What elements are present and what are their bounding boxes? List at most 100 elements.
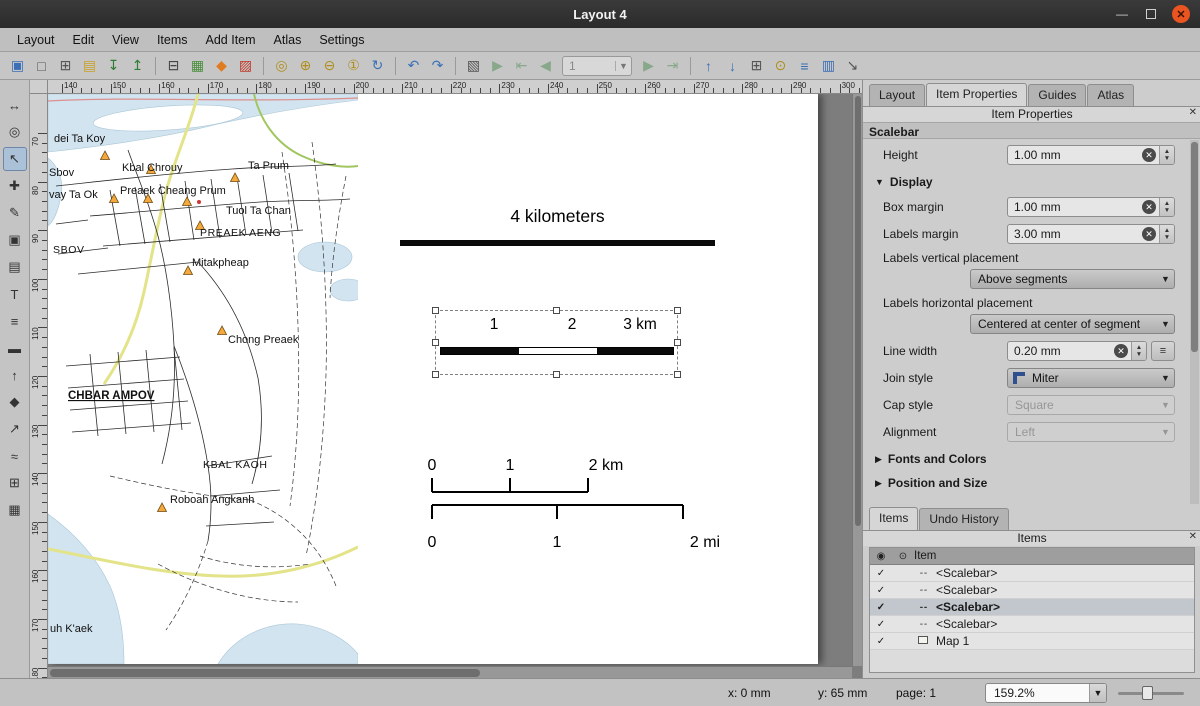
resize-handle-w[interactable]: [432, 339, 439, 346]
next-feature-icon[interactable]: ▶: [637, 54, 660, 77]
move-item-content-tool[interactable]: ✚: [3, 174, 27, 198]
tab-atlas[interactable]: Atlas: [1087, 84, 1134, 106]
visibility-checkbox[interactable]: ✓: [870, 602, 892, 613]
clear-icon[interactable]: ✕: [1142, 200, 1156, 214]
clear-icon[interactable]: ✕: [1114, 344, 1128, 358]
undo-icon[interactable]: ↶: [402, 54, 425, 77]
refresh-icon[interactable]: ↻: [366, 54, 389, 77]
zoom-full-icon[interactable]: ◎: [270, 54, 293, 77]
resize-handle-se[interactable]: [674, 371, 681, 378]
visibility-checkbox[interactable]: ✓: [870, 585, 892, 596]
zoom-out-icon[interactable]: ⊖: [318, 54, 341, 77]
add-picture-tool[interactable]: ▤: [3, 255, 27, 279]
resize-items-icon[interactable]: ↘: [841, 54, 864, 77]
layout-manager-icon[interactable]: ▤: [78, 54, 101, 77]
resize-handle-s[interactable]: [553, 371, 560, 378]
item-row[interactable]: ✓- -<Scalebar>: [870, 616, 1194, 633]
redo-icon[interactable]: ↷: [426, 54, 449, 77]
visibility-checkbox[interactable]: ✓: [870, 636, 892, 647]
add-label-tool[interactable]: T: [3, 282, 27, 306]
raise-items-icon[interactable]: ↑: [697, 54, 720, 77]
zoom-slider[interactable]: [1118, 692, 1184, 695]
labels-vertical-placement-dropdown[interactable]: Above segments ▼: [970, 269, 1175, 289]
tab-undo-history[interactable]: Undo History: [919, 508, 1008, 530]
export-image-icon[interactable]: ▦: [186, 54, 209, 77]
add-node-item-tool[interactable]: ≈: [3, 444, 27, 468]
tab-items[interactable]: Items: [869, 507, 918, 530]
lower-items-icon[interactable]: ↓: [721, 54, 744, 77]
zoom-level-combo[interactable]: 159.2% ▼: [985, 683, 1107, 703]
menu-items[interactable]: Items: [148, 30, 197, 50]
export-pdf-icon[interactable]: ▨: [234, 54, 257, 77]
box-margin-spinbox[interactable]: 1.00 mm ✕ ▲▼: [1007, 197, 1175, 217]
item-row[interactable]: ✓- -<Scalebar>: [870, 582, 1194, 599]
line-width-spinbox[interactable]: 0.20 mm ✕ ▲▼: [1007, 341, 1147, 361]
fonts-colors-section-header[interactable]: ▶ Fonts and Colors: [875, 452, 1181, 466]
pan-tool[interactable]: ↔: [3, 93, 27, 117]
maximize-icon[interactable]: [1146, 9, 1156, 19]
edit-nodes-tool[interactable]: ✎: [3, 201, 27, 225]
scalebar1-label[interactable]: 4 kilometers: [400, 206, 715, 227]
add-north-arrow-tool[interactable]: ↑: [3, 363, 27, 387]
spinner-arrows-icon[interactable]: ▲▼: [1131, 342, 1146, 360]
add-legend-tool[interactable]: ≡: [3, 309, 27, 333]
paper-page[interactable]: dei Ta KoySbovvay Ta OkKbal ChrouyTa Pru…: [48, 94, 818, 664]
canvas-vertical-scrollbar[interactable]: [852, 94, 862, 666]
lock-items-icon[interactable]: ⊙: [769, 54, 792, 77]
export-svg-icon[interactable]: ◆: [210, 54, 233, 77]
distribute-items-icon[interactable]: ▥: [817, 54, 840, 77]
spinner-arrows-icon[interactable]: ▲▼: [1159, 225, 1174, 243]
menu-add-item[interactable]: Add Item: [197, 30, 265, 50]
visibility-checkbox[interactable]: ✓: [870, 568, 892, 579]
add-shape-tool[interactable]: ◆: [3, 390, 27, 414]
print-icon[interactable]: ⊟: [162, 54, 185, 77]
spinner-arrows-icon[interactable]: ▲▼: [1159, 146, 1174, 164]
align-items-icon[interactable]: ≡: [793, 54, 816, 77]
load-template-icon[interactable]: ↥: [126, 54, 149, 77]
join-style-dropdown[interactable]: Miter ▼: [1007, 368, 1175, 388]
tab-guides[interactable]: Guides: [1028, 84, 1086, 106]
menu-settings[interactable]: Settings: [310, 30, 373, 50]
display-section-header[interactable]: ▼ Display: [875, 175, 1181, 189]
add-html-tool[interactable]: ⊞: [3, 471, 27, 495]
item-row[interactable]: ✓Map 1: [870, 633, 1194, 650]
item-row[interactable]: ✓- -<Scalebar>: [870, 599, 1194, 616]
save-template-icon[interactable]: ↧: [102, 54, 125, 77]
data-defined-override-button[interactable]: ≡: [1151, 341, 1175, 361]
zoom-actual-icon[interactable]: ①: [342, 54, 365, 77]
new-layout-icon[interactable]: □: [30, 54, 53, 77]
properties-scrollbar[interactable]: [1190, 140, 1199, 504]
position-size-section-header[interactable]: ▶ Position and Size: [875, 476, 1181, 490]
clear-icon[interactable]: ✕: [1142, 148, 1156, 162]
add-table-tool[interactable]: ▦: [3, 498, 27, 522]
close-panel-icon[interactable]: ✕: [1189, 531, 1197, 542]
resize-handle-nw[interactable]: [432, 307, 439, 314]
visibility-checkbox[interactable]: ✓: [870, 619, 892, 630]
labels-horizontal-placement-dropdown[interactable]: Centered at center of segment ▼: [970, 314, 1175, 334]
atlas-settings-icon[interactable]: ▧: [462, 54, 485, 77]
previous-feature-icon[interactable]: ◀: [534, 54, 557, 77]
first-feature-icon[interactable]: ⇤: [510, 54, 533, 77]
zoom-in-icon[interactable]: ⊕: [294, 54, 317, 77]
scalebar2-selected[interactable]: 123 km: [435, 310, 678, 375]
duplicate-layout-icon[interactable]: ⊞: [54, 54, 77, 77]
select-move-tool[interactable]: ↖: [3, 147, 27, 171]
map-item[interactable]: dei Ta KoySbovvay Ta OkKbal ChrouyTa Pru…: [48, 94, 358, 664]
height-spinbox[interactable]: 1.00 mm ✕ ▲▼: [1007, 145, 1175, 165]
spinner-arrows-icon[interactable]: ▲▼: [1159, 198, 1174, 216]
resize-handle-sw[interactable]: [432, 371, 439, 378]
resize-handle-ne[interactable]: [674, 307, 681, 314]
zoom-slider-handle[interactable]: [1142, 686, 1153, 700]
resize-handle-e[interactable]: [674, 339, 681, 346]
canvas-horizontal-scrollbar[interactable]: [48, 666, 852, 678]
layout-canvas[interactable]: dei Ta KoySbovvay Ta OkKbal ChrouyTa Pru…: [48, 94, 862, 678]
add-map-tool[interactable]: ▣: [3, 228, 27, 252]
save-layout-icon[interactable]: ▣: [6, 54, 29, 77]
group-items-icon[interactable]: ⊞: [745, 54, 768, 77]
preview-atlas-icon[interactable]: ▶: [486, 54, 509, 77]
menu-atlas[interactable]: Atlas: [265, 30, 311, 50]
add-scalebar-tool[interactable]: ▬: [3, 336, 27, 360]
scalebar3-and-4[interactable]: 012 km 012 mi: [418, 446, 728, 556]
close-panel-icon[interactable]: ✕: [1189, 107, 1197, 118]
scalebar1-bar[interactable]: [400, 240, 715, 246]
